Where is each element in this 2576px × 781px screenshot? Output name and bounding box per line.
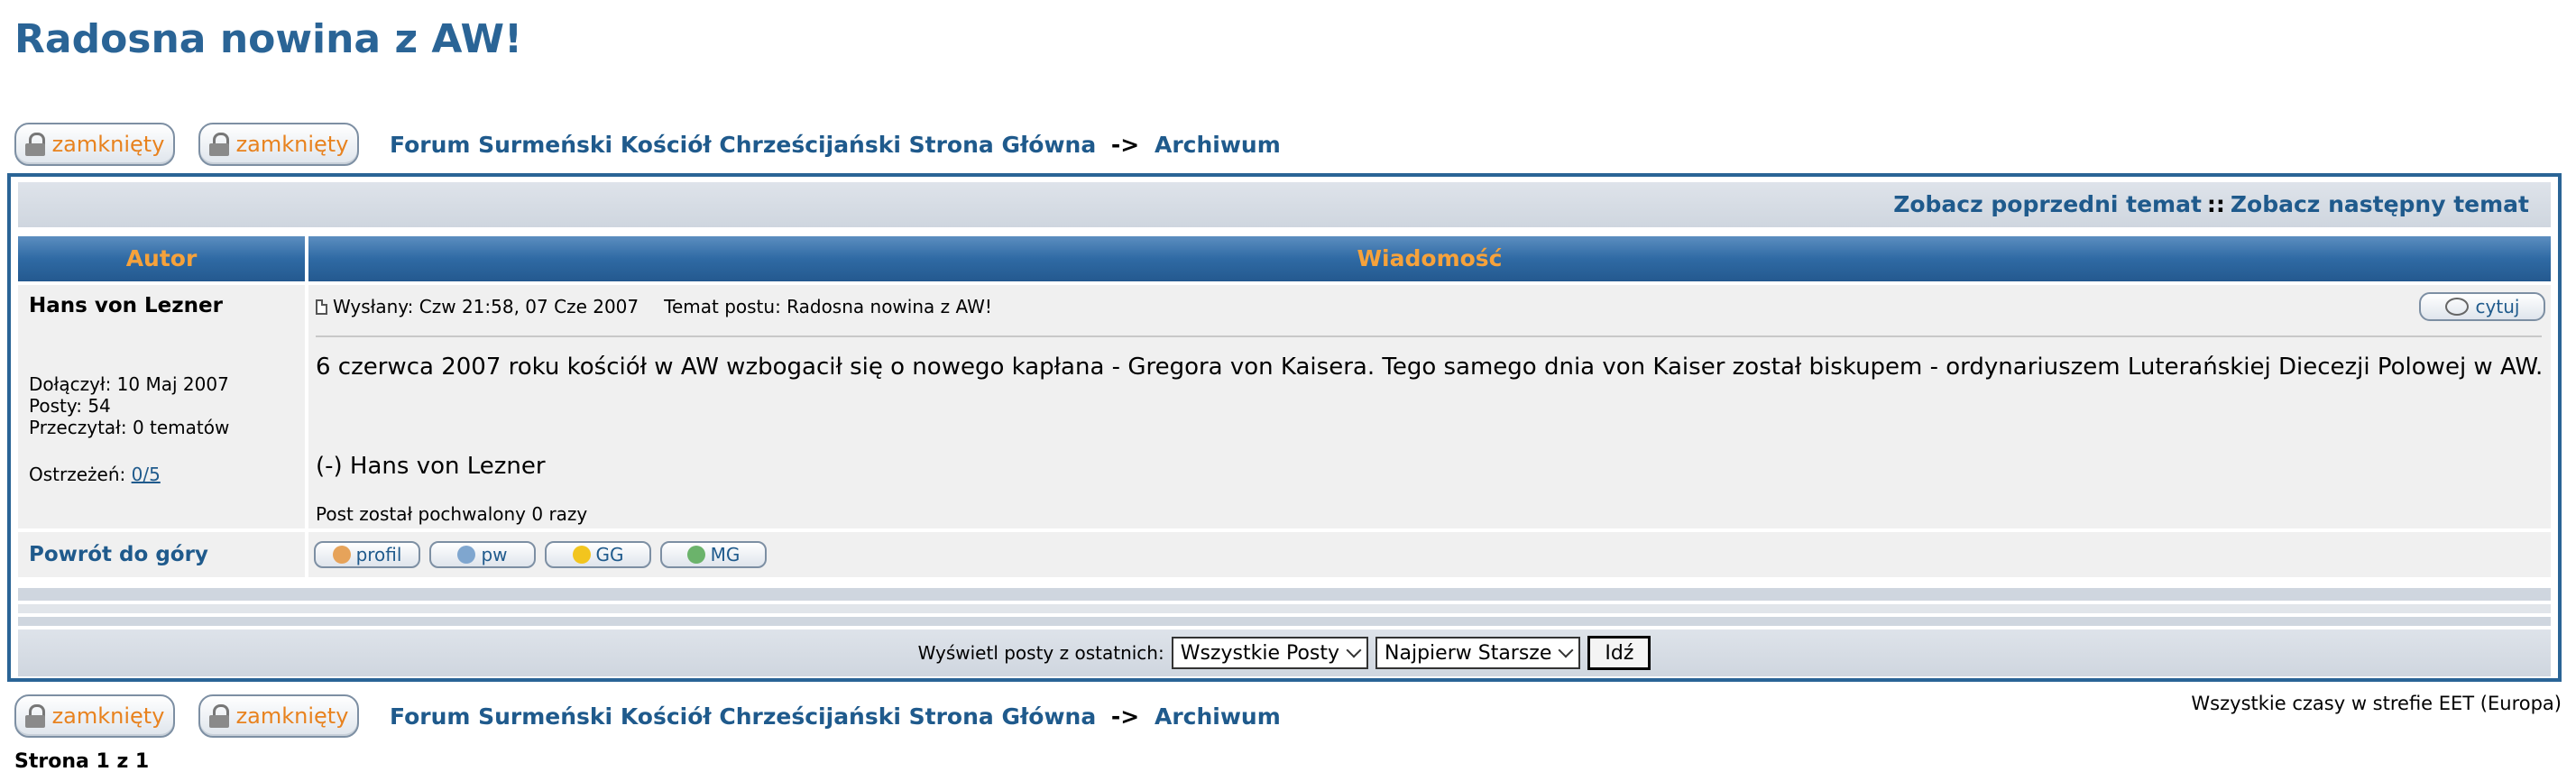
mg-button[interactable]: MG [660,541,767,568]
post-order-value: Najpierw Starsze [1385,641,1552,665]
lock-icon [208,704,229,728]
topic-table: Zobacz poprzedni temat:: Zobacz następny … [7,173,2562,682]
post-icon [316,299,327,315]
top-nav: zamknięty zamknięty Forum Surmeński Kośc… [14,121,1281,168]
mg-label: MG [710,544,741,565]
bottom-nav: zamknięty zamknięty Forum Surmeński Kośc… [14,693,1281,740]
private-message-label: pw [481,544,508,565]
private-message-button[interactable]: pw [429,541,536,568]
back-to-top-cell: Powrót do góry [18,532,305,577]
post-range-value: Wszystkie Posty [1180,641,1340,665]
next-topic-link[interactable]: Zobacz następny temat [2231,191,2529,217]
locked-label: zamknięty [51,703,165,729]
post-divider [316,335,2542,337]
topics-read: Przeczytał: 0 tematów [29,417,230,438]
display-filter: Wyświetl posty z ostatnich: Wszystkie Po… [18,629,2551,676]
post-signature: (-) Hans von Lezner [316,453,546,480]
quote-icon [2444,298,2469,316]
post-order-select[interactable]: Najpierw Starsze [1375,637,1581,669]
post-actions-cell: profil pw GG MG [308,532,2551,577]
timezone-note: Wszystkie czasy w strefie EET (Europa) [2191,693,2562,714]
lock-icon [24,704,45,728]
breadcrumb: Forum Surmeński Kościół Chrześcijański S… [390,703,1281,730]
lock-icon [208,133,229,156]
post-header: Wysłany: Czw 21:58, 07 Cze 2007 Temat po… [316,296,992,317]
previous-topic-link[interactable]: Zobacz poprzedni temat [1893,191,2202,217]
post-author: Hans von Lezner [29,294,223,317]
spacer-row [18,604,2551,613]
profile-label: profil [355,544,402,565]
quote-button[interactable]: cytuj [2419,292,2545,321]
quote-label: cytuj [2475,296,2520,317]
back-to-top-link[interactable]: Powrót do góry [29,543,208,566]
author-profile-details: Dołączył: 10 Maj 2007 Posty: 54 Przeczyt… [29,373,229,438]
author-cell: Hans von Lezner Dołączył: 10 Maj 2007 Po… [18,285,305,528]
people-icon [686,546,705,564]
locked-label: zamknięty [235,703,349,729]
breadcrumb: Forum Surmeński Kościół Chrześcijański S… [390,132,1281,158]
author-column-header: Autor [18,236,305,281]
sun-icon [572,546,591,564]
locked-button[interactable]: zamknięty [14,123,175,166]
post-praise: Post został pochwalony 0 razy [316,503,588,525]
chevron-down-icon [1346,642,1362,658]
post-body: 6 czerwca 2007 roku kościół w AW wzbogac… [316,354,2544,381]
archive-link[interactable]: Archiwum [1155,132,1281,158]
forum-home-link[interactable]: Forum Surmeński Kościół Chrześcijański S… [390,703,1096,730]
warnings: Ostrzeżeń: 0/5 [29,464,161,485]
locked-label: zamknięty [51,132,165,157]
gg-button[interactable]: GG [545,541,651,568]
message-column-header: Wiadomość [308,236,2551,281]
breadcrumb-separator: -> [1110,131,1140,158]
profile-button[interactable]: profil [314,541,420,568]
topic-nav-separator: :: [2206,191,2225,217]
page-indicator: Strona 1 z 1 [14,750,150,773]
warnings-label: Ostrzeżeń: [29,464,126,485]
joined-date: Dołączył: 10 Maj 2007 [29,373,229,395]
page-title: Radosna nowina z AW! [14,16,523,62]
spacer-row [18,617,2551,626]
forum-home-link[interactable]: Forum Surmeński Kościół Chrześcijański S… [390,132,1096,158]
filter-label: Wyświetl posty z ostatnich: [917,642,1164,664]
breadcrumb-separator: -> [1110,703,1140,730]
users-icon [457,546,476,564]
post-range-select[interactable]: Wszystkie Posty [1171,637,1369,669]
gg-label: GG [595,544,624,565]
chevron-down-icon [1558,642,1574,658]
post-date: Wysłany: Czw 21:58, 07 Cze 2007 [333,296,639,317]
spacer-row [18,588,2551,601]
lock-icon [24,133,45,156]
post-subject: Temat postu: Radosna nowina z AW! [664,296,992,317]
user-icon [332,546,351,564]
topic-navigation: Zobacz poprzedni temat:: Zobacz następny … [18,182,2551,227]
locked-reply-button[interactable]: zamknięty [198,123,359,166]
message-cell: Wysłany: Czw 21:58, 07 Cze 2007 Temat po… [308,285,2551,528]
post-actions: profil pw GG MG [314,541,767,568]
archive-link[interactable]: Archiwum [1155,703,1281,730]
warnings-link[interactable]: 0/5 [132,464,161,485]
post-count: Posty: 54 [29,395,111,417]
locked-button[interactable]: zamknięty [14,694,175,738]
locked-label: zamknięty [235,132,349,157]
locked-reply-button[interactable]: zamknięty [198,694,359,738]
go-button[interactable]: Idź [1587,636,1651,670]
